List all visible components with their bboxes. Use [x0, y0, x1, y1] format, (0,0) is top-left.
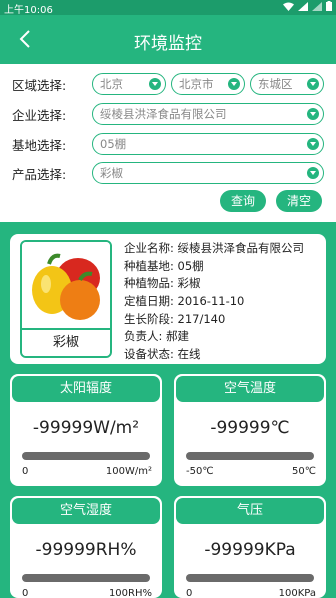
- city-select[interactable]: 北京市: [171, 73, 245, 95]
- company-value: 绥棱县洪泽食品有限公司: [100, 107, 227, 121]
- company-label: 企业选择:: [12, 108, 67, 123]
- battery-icon: [326, 1, 332, 11]
- sensor-min: -50℃: [186, 466, 214, 477]
- dropdown-arrow-icon: [307, 138, 319, 150]
- sensor-card-humidity: 空气湿度 -99999RH% 0 100RH%: [10, 496, 162, 598]
- sensor-gauge: [186, 574, 314, 582]
- sensor-card-air-temp: 空气温度 -99999℃ -50℃ 50℃: [174, 374, 326, 486]
- province-value: 北京: [100, 77, 123, 91]
- detail-date: 定植日期: 2016-11-10: [124, 294, 245, 309]
- wifi-icon: [283, 2, 294, 11]
- base-row: 基地选择: 05棚: [0, 133, 336, 155]
- product-row: 产品选择: 彩椒: [0, 162, 336, 184]
- sensor-max: 100KPa: [278, 588, 316, 598]
- dropdown-arrow-icon: [149, 78, 161, 90]
- sensor-max: 100RH%: [108, 588, 152, 598]
- dropdown-arrow-icon: [307, 167, 319, 179]
- product-info-card: 彩椒 企业名称: 绥棱县洪泽食品有限公司 种植基地: 05棚 种植物品: 彩椒 …: [10, 234, 326, 364]
- sensor-value: -99999RH%: [35, 540, 137, 560]
- detail-owner: 负责人: 郝建: [124, 329, 190, 344]
- sensor-max: 50℃: [292, 466, 316, 477]
- company-row: 企业选择: 绥棱县洪泽食品有限公司: [0, 103, 336, 125]
- city-value: 北京市: [179, 77, 214, 91]
- province-select[interactable]: 北京: [92, 73, 166, 95]
- app-bar: 环境监控: [0, 15, 336, 64]
- sensor-title: 空气湿度: [12, 498, 160, 524]
- sensor-title: 空气温度: [176, 376, 324, 402]
- sensor-card-solar: 太阳辐度 -99999W/m² 0 100W/m²: [10, 374, 162, 486]
- product-select[interactable]: 彩椒: [92, 162, 324, 184]
- clear-button[interactable]: 清空: [276, 190, 322, 212]
- sensor-gauge: [186, 452, 314, 460]
- district-select[interactable]: 东城区: [250, 73, 324, 95]
- product-value: 彩椒: [100, 166, 123, 180]
- dropdown-arrow-icon: [307, 78, 319, 90]
- base-value: 05棚: [100, 137, 127, 151]
- base-select[interactable]: 05棚: [92, 133, 324, 155]
- sensor-card-pressure: 气压 -99999KPa 0 100KPa: [174, 496, 326, 598]
- page-title: 环境监控: [134, 34, 202, 54]
- sensor-min: 0: [22, 466, 29, 477]
- sensor-max: 100W/m²: [105, 466, 152, 477]
- detail-item: 种植物品: 彩椒: [124, 276, 201, 291]
- detail-company: 企业名称: 绥棱县洪泽食品有限公司: [124, 241, 305, 255]
- detail-device: 设备状态: 在线: [124, 347, 201, 362]
- product-details: 企业名称: 绥棱县洪泽食品有限公司 种植基地: 05棚 种植物品: 彩椒 定植日…: [124, 240, 304, 364]
- query-button[interactable]: 查询: [220, 190, 266, 212]
- sensor-gauge: [22, 452, 150, 460]
- status-bar: 上午10:06: [0, 0, 336, 16]
- company-select[interactable]: 绥棱县洪泽食品有限公司: [92, 103, 324, 125]
- region-row: 区域选择: 北京 北京市 东城区: [0, 73, 336, 95]
- base-label: 基地选择:: [12, 138, 67, 153]
- bell-pepper-icon: [22, 242, 110, 328]
- product-caption: 彩椒: [22, 328, 110, 356]
- sensor-title: 气压: [176, 498, 324, 524]
- signal-icon: [312, 1, 322, 11]
- dropdown-arrow-icon: [228, 78, 240, 90]
- signal-icon: [298, 1, 308, 11]
- detail-stage: 生长阶段: 217/140: [124, 311, 226, 326]
- product-label: 产品选择:: [12, 167, 67, 182]
- sensor-title: 太阳辐度: [12, 376, 160, 402]
- detail-base: 种植基地: 05棚: [124, 258, 204, 273]
- region-label: 区域选择:: [12, 78, 67, 93]
- sensor-min: 0: [186, 588, 193, 598]
- status-time: 上午10:06: [4, 5, 53, 16]
- sensor-value: -99999℃: [210, 418, 290, 438]
- sensor-value: -99999KPa: [204, 540, 296, 560]
- sensor-value: -99999W/m²: [32, 418, 140, 438]
- filter-panel: 区域选择: 北京 北京市 东城区 企业选择: 绥棱县洪泽食品有限公司 基地选择:…: [0, 64, 336, 222]
- status-icons: [283, 1, 332, 11]
- product-image: 彩椒: [20, 240, 112, 358]
- district-value: 东城区: [258, 77, 293, 91]
- sensor-gauge: [22, 574, 150, 582]
- sensor-min: 0: [22, 588, 29, 598]
- dropdown-arrow-icon: [307, 108, 319, 120]
